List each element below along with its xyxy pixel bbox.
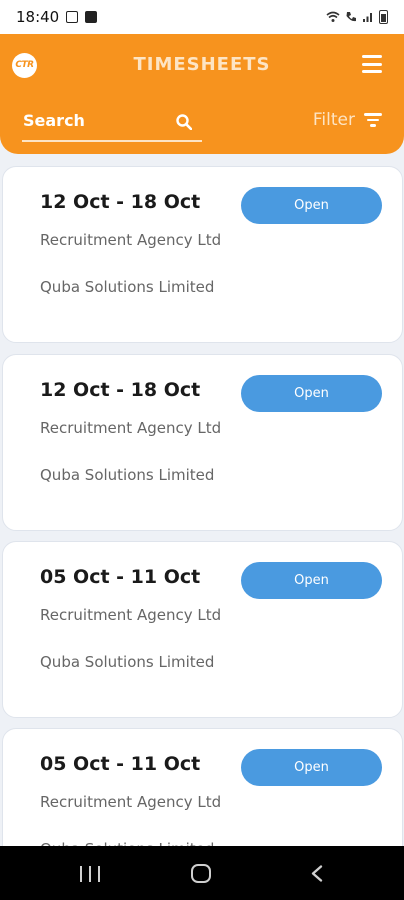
filter-label: Filter (312, 110, 355, 130)
timesheet-agency: Recruitment Agency Ltd (40, 793, 222, 811)
timesheet-agency: Recruitment Agency Ltd (40, 606, 222, 624)
app-notification-icon (85, 11, 98, 23)
search-input[interactable]: Search (22, 106, 202, 142)
status-bar: 18:40 (0, 0, 404, 34)
open-button[interactable]: Open (241, 187, 382, 224)
timesheet-company: Quba Solutions Limited (40, 278, 215, 296)
timesheet-card[interactable]: 12 Oct - 18 Oct Recruitment Agency Ltd Q… (2, 166, 403, 343)
timesheet-date-range: 05 Oct - 11 Oct (40, 566, 201, 588)
timesheet-agency: Recruitment Agency Ltd (40, 231, 222, 249)
wifi-icon (326, 11, 340, 22)
back-icon[interactable] (310, 865, 324, 882)
search-label: Search (23, 111, 85, 130)
hamburger-icon[interactable] (362, 55, 382, 73)
timesheet-card[interactable]: 05 Oct - 11 Oct Recruitment Agency Ltd Q… (2, 728, 403, 846)
call-icon (346, 12, 356, 22)
open-button[interactable]: Open (241, 562, 382, 599)
timesheet-date-range: 05 Oct - 11 Oct (40, 753, 201, 775)
filter-icon (364, 113, 382, 127)
timesheet-agency: Recruitment Agency Ltd (40, 419, 222, 437)
timesheet-company: Quba Solutions Limited (40, 838, 230, 846)
signal-icon (363, 13, 372, 22)
page-title: TIMESHEETS (133, 54, 271, 75)
timesheet-date-range: 12 Oct - 18 Oct (40, 191, 201, 213)
open-button[interactable]: Open (241, 749, 382, 786)
gallery-notification-icon (66, 11, 79, 23)
timesheet-company: Quba Solutions Limited (40, 653, 215, 671)
timesheet-company: Quba Solutions Limited (40, 466, 215, 484)
search-icon[interactable] (176, 114, 192, 130)
timesheet-list[interactable]: 12 Oct - 18 Oct Recruitment Agency Ltd Q… (0, 154, 404, 846)
recent-apps-icon[interactable] (80, 866, 100, 882)
timesheet-card[interactable]: 05 Oct - 11 Oct Recruitment Agency Ltd Q… (2, 541, 403, 718)
system-nav-bar (0, 846, 404, 900)
status-time: 18:40 (16, 8, 60, 26)
filter-button[interactable]: Filter (313, 110, 382, 130)
battery-icon (379, 10, 388, 24)
timesheet-card[interactable]: 12 Oct - 18 Oct Recruitment Agency Ltd Q… (2, 354, 403, 531)
app-header: CTR TIMESHEETS Search Filter (0, 34, 404, 154)
timesheet-date-range: 12 Oct - 18 Oct (40, 379, 201, 401)
home-icon[interactable] (191, 864, 211, 883)
open-button[interactable]: Open (241, 375, 382, 412)
